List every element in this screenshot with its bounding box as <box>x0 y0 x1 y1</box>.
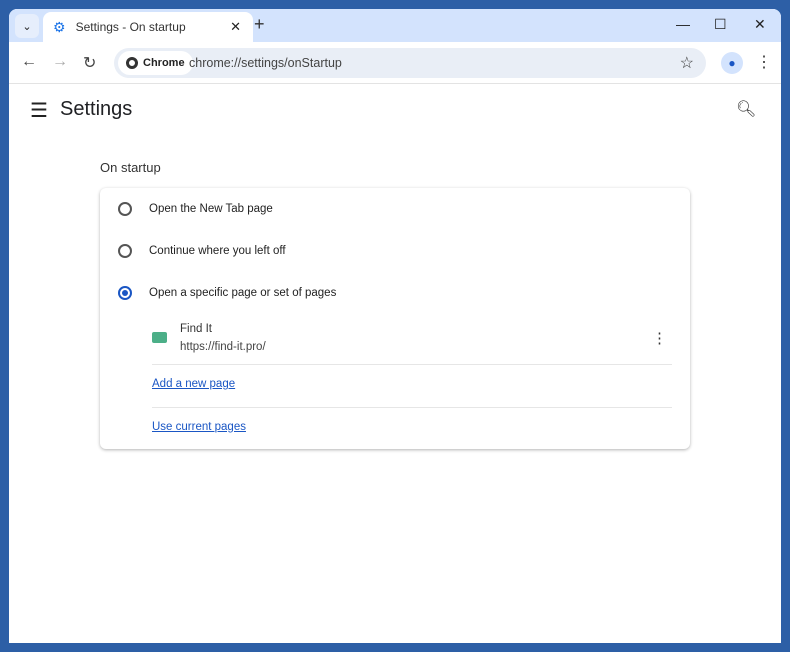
folder-icon <box>152 332 167 343</box>
option-label: Open a specific page or set of pages <box>149 287 337 299</box>
profile-avatar[interactable]: ● <box>721 52 743 74</box>
back-button[interactable]: ← <box>21 53 37 71</box>
page-url: https://find-it.pro/ <box>180 341 266 353</box>
option-label: Continue where you left off <box>149 245 286 257</box>
browser-menu-icon[interactable]: ⋮ <box>756 52 772 72</box>
use-current-pages-link[interactable]: Use current pages <box>152 421 246 433</box>
option-continue[interactable]: Continue where you left off <box>118 244 286 258</box>
browser-window: ⌄ ⚙ Settings - On startup ✕ + — ☐ ✕ ← → … <box>9 9 781 643</box>
reload-button[interactable]: ↻ <box>83 53 96 73</box>
hamburger-menu-icon[interactable]: ☰ <box>30 98 48 123</box>
chrome-icon <box>126 57 138 69</box>
divider <box>152 407 672 408</box>
forward-button[interactable]: → <box>52 53 68 71</box>
close-tab-icon[interactable]: ✕ <box>230 19 241 35</box>
option-specific-pages[interactable]: Open a specific page or set of pages <box>118 286 336 300</box>
bookmark-star-icon[interactable]: ☆ <box>680 53 694 73</box>
toolbar: ← → ↻ Chrome chrome://settings/onStartup… <box>9 42 781 84</box>
add-new-page-link[interactable]: Add a new page <box>152 378 235 390</box>
url-text[interactable]: chrome://settings/onStartup <box>189 56 342 70</box>
tab-settings[interactable]: ⚙ Settings - On startup ✕ <box>43 12 253 42</box>
close-window-button[interactable]: ✕ <box>754 16 766 33</box>
option-label: Open the New Tab page <box>149 203 273 215</box>
tab-title: Settings - On startup <box>75 20 186 34</box>
startup-card: Open the New Tab page Continue where you… <box>100 188 690 449</box>
tab-strip: ⌄ ⚙ Settings - On startup ✕ + — ☐ ✕ <box>9 9 781 42</box>
section-title: On startup <box>100 160 161 175</box>
new-tab-button[interactable]: + <box>254 14 265 35</box>
settings-page: ☰ Settings 🔍︎ On startup Open the New Ta… <box>9 84 781 643</box>
radio-button[interactable] <box>118 244 132 258</box>
chip-label: Chrome <box>143 57 185 69</box>
page-title: Settings <box>60 98 133 120</box>
page-name: Find It <box>180 323 212 335</box>
option-new-tab[interactable]: Open the New Tab page <box>118 202 273 216</box>
minimize-button[interactable]: — <box>676 16 690 32</box>
radio-button-selected[interactable] <box>118 286 132 300</box>
gear-icon: ⚙ <box>53 18 66 35</box>
maximize-button[interactable]: ☐ <box>714 16 727 33</box>
radio-button[interactable] <box>118 202 132 216</box>
more-actions-icon[interactable]: ⋮ <box>652 329 667 347</box>
divider <box>152 364 672 365</box>
search-icon[interactable]: 🔍︎ <box>736 99 756 119</box>
site-chip[interactable]: Chrome <box>118 51 193 75</box>
address-bar[interactable]: Chrome chrome://settings/onStartup ☆ <box>114 48 706 78</box>
tab-search-button[interactable]: ⌄ <box>15 14 39 38</box>
